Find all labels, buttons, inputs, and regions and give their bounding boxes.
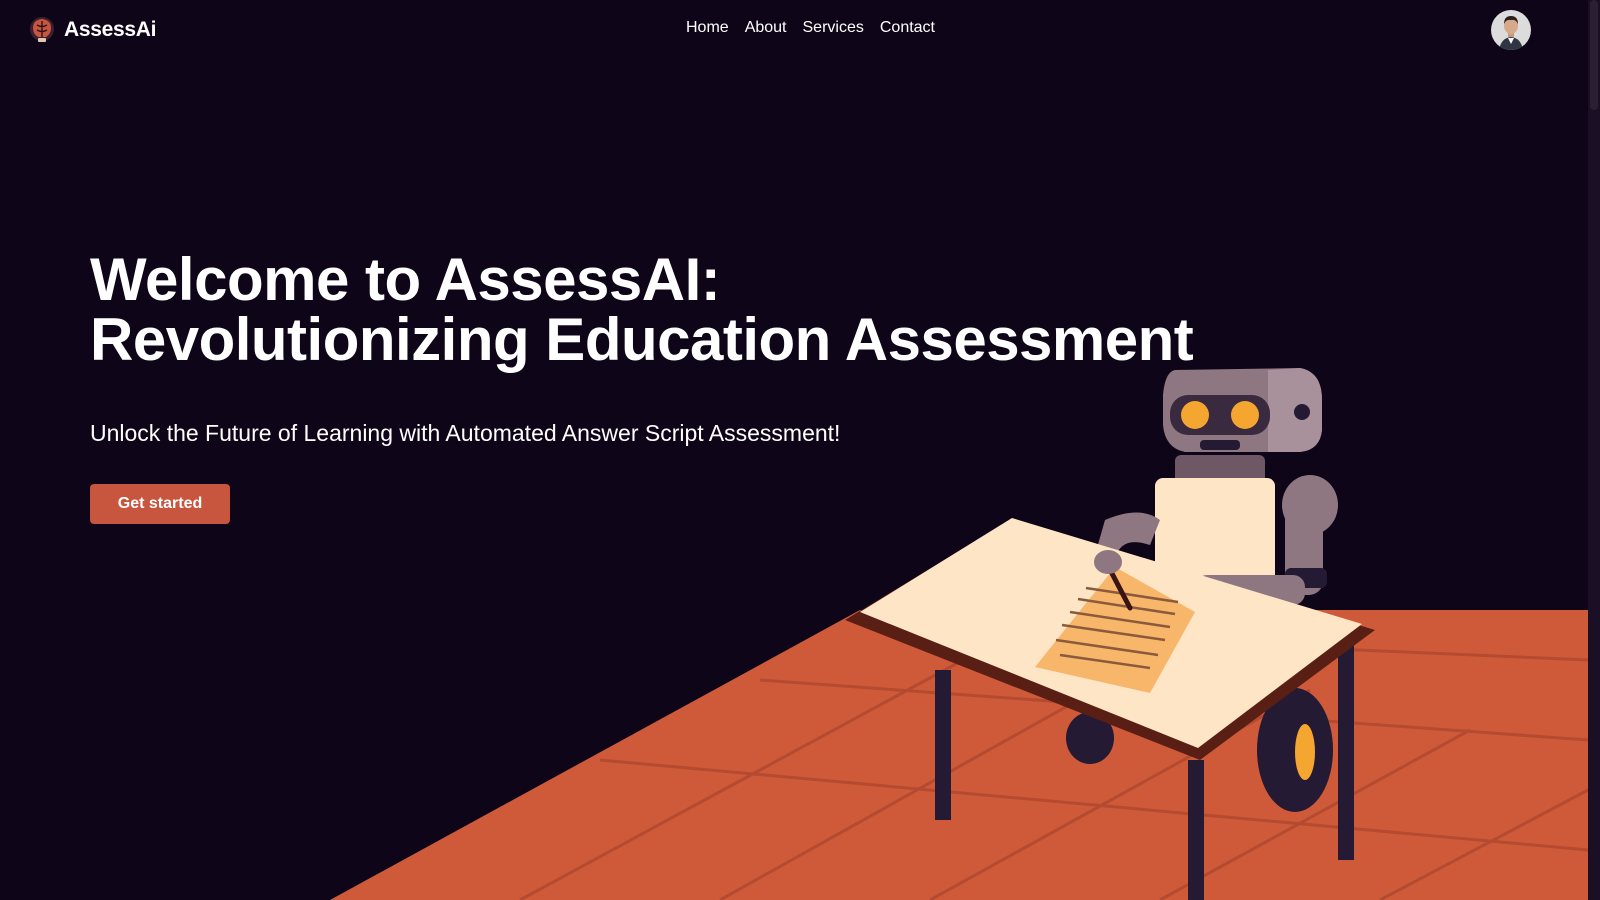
nav-home[interactable]: Home: [686, 19, 729, 37]
main-nav: Home About Services Contact: [686, 19, 935, 37]
scrollbar-thumb[interactable]: [1590, 0, 1598, 110]
hero-title: Welcome to AssessAI: Revolutionizing Edu…: [90, 250, 1194, 373]
hero-title-line-2: Revolutionizing Education Assessment: [90, 306, 1194, 373]
brand-name: AssessAi: [64, 18, 157, 41]
hero-title-line-1: Welcome to AssessAI:: [90, 246, 721, 313]
page-scrollbar[interactable]: [1588, 0, 1600, 900]
brain-lightbulb-icon: [30, 17, 54, 42]
get-started-button[interactable]: Get started: [90, 484, 230, 524]
robot-head: [1163, 368, 1322, 452]
brand[interactable]: AssessAi: [28, 14, 156, 46]
robot-grading-illustration: [330, 368, 1588, 900]
nav-about[interactable]: About: [745, 19, 787, 37]
user-avatar-image: [1491, 10, 1531, 50]
user-avatar[interactable]: [1491, 10, 1531, 50]
nav-contact[interactable]: Contact: [880, 19, 935, 37]
nav-services[interactable]: Services: [803, 19, 864, 37]
top-navbar: AssessAi Home About Services Contact: [0, 0, 1588, 58]
hero-subtitle: Unlock the Future of Learning with Autom…: [90, 420, 841, 446]
